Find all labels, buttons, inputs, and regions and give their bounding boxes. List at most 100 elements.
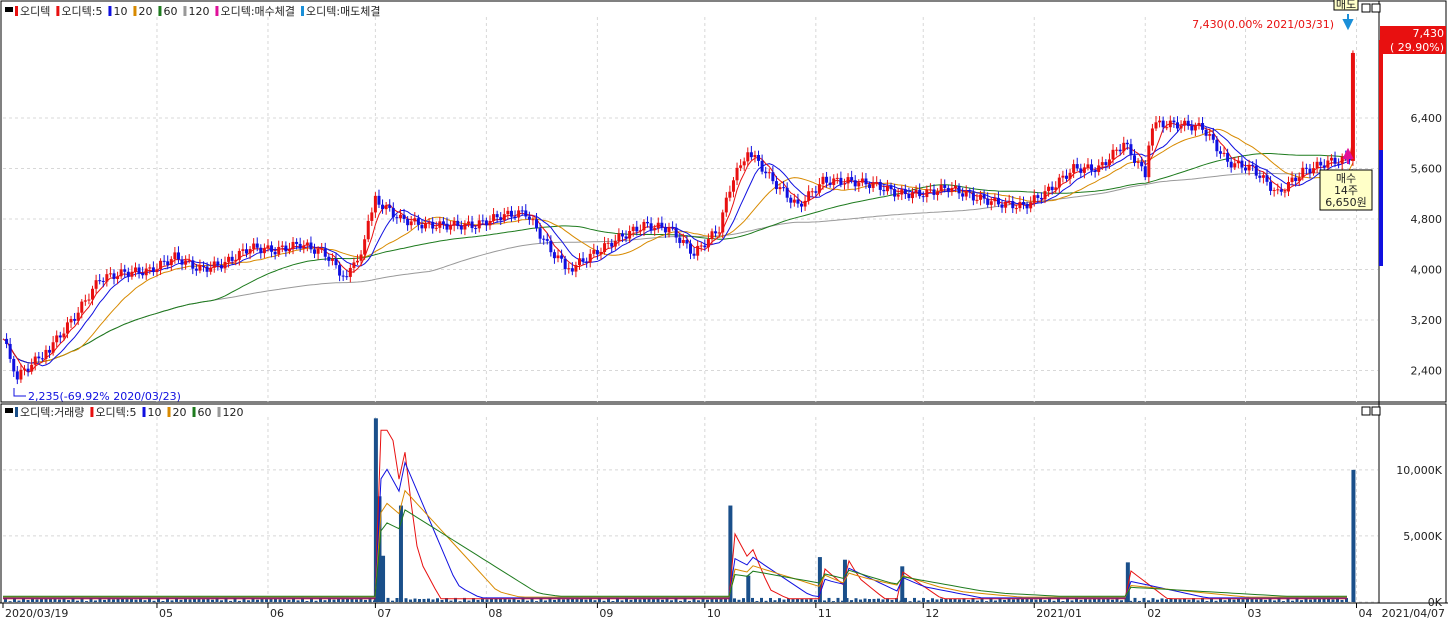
candle-down xyxy=(868,184,872,188)
candle-down xyxy=(1308,168,1312,174)
volume-bar xyxy=(1093,598,1096,602)
candle-down xyxy=(635,226,639,232)
candle-up xyxy=(1208,134,1212,136)
volume-bar xyxy=(881,599,885,602)
close-icon[interactable] xyxy=(1371,406,1381,416)
candle-down xyxy=(943,184,947,188)
candle-down xyxy=(850,177,854,181)
volume-bar xyxy=(1291,600,1294,602)
volume-bar xyxy=(1282,601,1285,602)
candle-up xyxy=(717,232,721,234)
candle-down xyxy=(828,182,832,185)
price-tick-label: 6,400 xyxy=(1411,112,1443,125)
volume-bar xyxy=(796,598,799,602)
volume-bar xyxy=(395,598,399,602)
candle-up xyxy=(599,251,603,255)
volume-bar xyxy=(26,599,30,602)
candle-down xyxy=(1265,175,1269,182)
candle-down xyxy=(782,187,786,189)
candle-up xyxy=(434,227,438,229)
volume-bar xyxy=(436,598,439,602)
candle-down xyxy=(323,248,327,257)
candle-up xyxy=(710,231,714,240)
candle-up xyxy=(1312,168,1316,174)
candle-down xyxy=(484,220,488,226)
volume-bar xyxy=(890,599,894,602)
candle-up xyxy=(617,233,621,241)
volume-bar xyxy=(467,600,471,602)
volume-legend-item: 오디텍:거래량 xyxy=(20,406,84,419)
candle-up xyxy=(871,182,875,188)
price-legend-item: 오디텍:매수체결 xyxy=(220,5,295,18)
candle-up xyxy=(105,274,109,282)
candle-up xyxy=(696,245,700,256)
candle-down xyxy=(1075,164,1079,169)
volume-bar xyxy=(940,598,943,602)
candle-down xyxy=(176,252,180,260)
volume-bar xyxy=(364,599,367,602)
candle-down xyxy=(663,227,667,233)
candle-down xyxy=(1175,122,1179,129)
candle-up xyxy=(1247,164,1251,171)
candle-up xyxy=(767,172,771,174)
candle-down xyxy=(714,231,718,234)
candle-up xyxy=(1047,186,1051,192)
candle-down xyxy=(1322,165,1326,168)
time-tick-label: 04 xyxy=(1359,607,1373,620)
close-icon[interactable] xyxy=(1371,3,1381,13)
volume-bar xyxy=(931,598,934,602)
maximize-icon[interactable] xyxy=(1361,406,1371,416)
candle-up xyxy=(209,267,213,272)
candle-up xyxy=(939,184,943,192)
volume-bar xyxy=(134,599,138,602)
candle-down xyxy=(1240,160,1244,168)
candle-down xyxy=(1201,123,1205,130)
candle-up xyxy=(65,322,69,334)
volume-bar xyxy=(773,600,777,602)
volume-bar xyxy=(697,600,700,602)
time-tick-label: 10 xyxy=(707,607,721,620)
chart-canvas[interactable]: 6,400 5,600 4,800 4,000 3,200 2,400 10,000K 5,0… xyxy=(0,0,1448,622)
volume-bar xyxy=(913,597,916,602)
candle-up xyxy=(506,210,510,215)
candle-up xyxy=(133,267,137,272)
candle-up xyxy=(348,267,352,277)
time-tick-label: 2020/03/19 xyxy=(5,607,68,620)
candle-up xyxy=(291,241,295,250)
candle-up xyxy=(1168,120,1172,128)
candle-down xyxy=(123,269,127,272)
volume-bar xyxy=(584,599,588,602)
candle-up xyxy=(638,230,642,232)
candle-up xyxy=(373,195,377,213)
volume-bar xyxy=(872,598,876,602)
candle-down xyxy=(377,195,381,205)
candle-down xyxy=(903,189,907,195)
time-tick-label: 06 xyxy=(270,607,284,620)
candle-down xyxy=(760,160,764,172)
candle-up xyxy=(1097,165,1101,173)
candle-up xyxy=(91,288,95,300)
candle-up xyxy=(728,191,732,198)
candle-down xyxy=(671,227,675,229)
volume-bar xyxy=(1142,597,1146,602)
candle-down xyxy=(166,261,170,266)
time-tick-label: 03 xyxy=(1248,607,1262,620)
candle-down xyxy=(610,242,614,247)
candle-down xyxy=(889,185,893,190)
volume-bar xyxy=(305,601,309,602)
candle-down xyxy=(552,252,556,259)
candle-down xyxy=(137,267,141,273)
maximize-icon[interactable] xyxy=(1361,3,1371,13)
candle-up xyxy=(438,221,442,228)
candle-down xyxy=(1036,195,1040,198)
volume-bar xyxy=(1088,599,1092,602)
volume-bar xyxy=(323,600,327,602)
candle-up xyxy=(1043,191,1047,200)
volume-legend-item: 20 xyxy=(173,406,187,419)
candle-up xyxy=(384,205,388,210)
candle-down xyxy=(545,239,549,241)
price-legend-swatch xyxy=(158,6,162,16)
candle-up xyxy=(1086,164,1090,168)
volume-bar xyxy=(611,601,615,602)
volume-bar xyxy=(562,599,565,602)
